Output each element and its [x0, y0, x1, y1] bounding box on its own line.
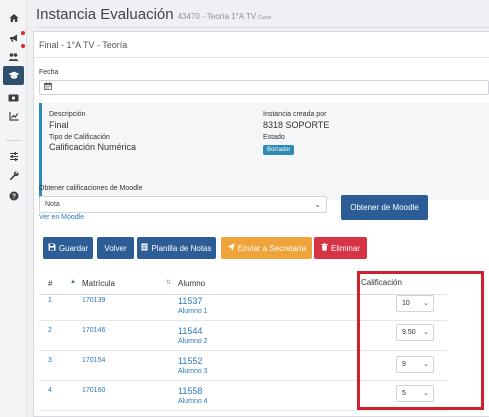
row-number: 1 [48, 297, 52, 304]
calendar-icon [44, 82, 52, 92]
ver-moodle-link[interactable]: Ver en Moodle [39, 214, 84, 221]
col-num[interactable]: # [48, 279, 52, 288]
row-number: 2 [48, 327, 52, 334]
moodle-label: Obtener calificaciones de Moodle [39, 185, 143, 192]
chart-icon[interactable] [5, 107, 22, 124]
trash-icon [321, 243, 328, 253]
eliminar-button[interactable]: Eliminar [314, 237, 367, 259]
row-alumno-code[interactable]: 11537 [178, 296, 202, 306]
wrench-icon[interactable] [5, 167, 22, 184]
page-mini-label: Curso [258, 15, 272, 21]
creada-label: Instancia creada por [263, 111, 327, 118]
sidebar-divider [6, 140, 21, 141]
row-divider [39, 410, 447, 411]
svg-text:?: ? [11, 193, 15, 200]
header-divider [36, 27, 489, 28]
row-matricula[interactable]: 170139 [82, 297, 105, 304]
moodle-select[interactable]: Nota ⌄ [39, 196, 327, 213]
page-title: Instancia Evaluación 43470 - Teoría 1°A T… [36, 6, 271, 23]
page-subtitle: 43470 - Teoría 1°A TV [177, 12, 257, 21]
sliders-icon[interactable] [5, 147, 22, 164]
descripcion-label: Descripción [49, 111, 86, 118]
card-title: Final - 1°A TV - Teoría [39, 40, 128, 50]
obtener-moodle-label: Obtener de Moodle [350, 203, 419, 212]
home-icon[interactable] [5, 9, 22, 26]
sidebar: ? [0, 0, 27, 417]
fecha-input[interactable] [39, 80, 489, 95]
help-icon[interactable]: ? [5, 187, 22, 204]
obtener-moodle-button[interactable]: Obtener de Moodle [341, 195, 428, 220]
sort-asc-icon[interactable]: ▲ [70, 279, 76, 285]
calificacion-highlight [357, 271, 484, 410]
eliminar-label: Eliminar [331, 243, 360, 253]
tipo-label: Tipo de Calificación [49, 134, 110, 141]
row-matricula[interactable]: 170154 [82, 357, 105, 364]
row-alumno-code[interactable]: 11552 [178, 356, 202, 366]
row-alumno-name[interactable]: Alumno 1 [178, 308, 208, 315]
descripcion-value: Final [49, 120, 69, 130]
moodle-select-value: Nota [45, 201, 60, 208]
col-matricula[interactable]: Matrícula [82, 279, 115, 288]
notification-dot [21, 31, 25, 35]
creada-value: 8318 SOPORTE [263, 120, 330, 130]
document-icon [141, 243, 148, 253]
send-icon [227, 243, 235, 253]
estado-label: Estado [263, 134, 285, 141]
save-icon [48, 243, 56, 253]
row-matricula[interactable]: 170160 [82, 387, 105, 394]
planilla-button[interactable]: Planilla de Notas [137, 237, 216, 259]
megaphone-icon[interactable] [5, 29, 22, 46]
row-matricula[interactable]: 170146 [82, 327, 105, 334]
enviar-secretaria-button[interactable]: Enviar a Secretaría [221, 237, 312, 259]
fecha-label: Fecha [39, 69, 59, 76]
tipo-value: Calificación Numérica [49, 142, 137, 152]
row-alumno-code[interactable]: 11544 [178, 326, 202, 336]
card-divider [34, 57, 489, 58]
volver-label: Volver [104, 243, 127, 253]
money-icon[interactable] [5, 89, 22, 106]
page-title-text: Instancia Evaluación [36, 6, 174, 23]
guardar-button[interactable]: Guardar [43, 237, 93, 259]
row-alumno-name[interactable]: Alumno 4 [178, 398, 208, 405]
enviar-label: Enviar a Secretaría [237, 243, 307, 253]
chevron-down-icon: ⌄ [314, 200, 321, 209]
planilla-label: Planilla de Notas [151, 243, 212, 253]
graduation-cap-icon[interactable] [3, 66, 24, 85]
volver-button[interactable]: Volver [97, 237, 134, 259]
row-alumno-name[interactable]: Alumno 2 [178, 338, 208, 345]
row-number: 4 [48, 387, 52, 394]
row-number: 3 [48, 357, 52, 364]
col-alumno[interactable]: Alumno [178, 279, 205, 288]
status-badge: Borrador [263, 145, 295, 155]
users-icon[interactable] [5, 48, 22, 65]
guardar-label: Guardar [58, 243, 89, 253]
row-alumno-code[interactable]: 11558 [178, 386, 202, 396]
sort-icon[interactable]: ⇅ [166, 279, 171, 286]
notification-dot [21, 44, 25, 48]
row-alumno-name[interactable]: Alumno 3 [178, 368, 208, 375]
